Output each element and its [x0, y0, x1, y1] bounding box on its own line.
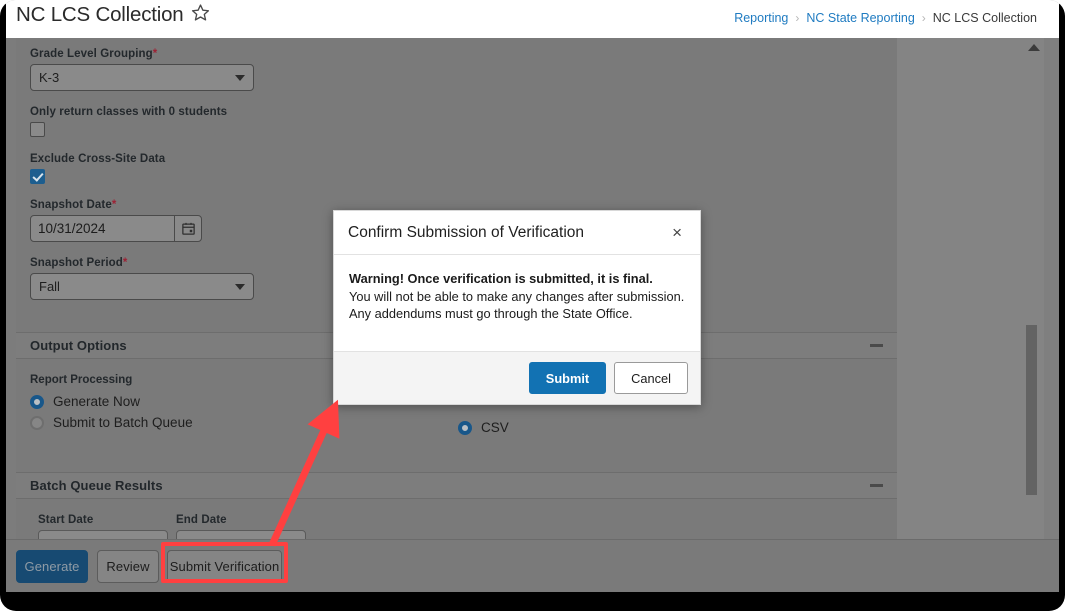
snapshot-date-label: Snapshot Date* — [30, 199, 117, 211]
dialog-title: Confirm Submission of Verification — [348, 223, 585, 241]
section-header-batch-queue-results[interactable]: Batch Queue Results — [16, 472, 897, 499]
exclude-cross-site-label: Exclude Cross-Site Data — [30, 153, 166, 165]
breadcrumb-separator-icon: › — [921, 11, 926, 25]
field-exclude-cross-site-data: Exclude Cross-Site Data — [30, 153, 165, 189]
grade-level-grouping-value: K-3 — [39, 70, 60, 85]
page-title-area: NC LCS Collection — [16, 3, 210, 27]
only-return-zero-label: Only return classes with 0 students — [30, 106, 228, 118]
radio-csv[interactable]: CSV — [458, 420, 509, 435]
snapshot-period-label: Snapshot Period* — [30, 257, 128, 269]
minus-icon[interactable] — [870, 484, 883, 487]
dialog-body-line: Any addendums must go through the State … — [349, 306, 633, 321]
grade-level-grouping-label: Grade Level Grouping* — [30, 48, 158, 60]
chevron-down-icon — [235, 283, 245, 290]
field-snapshot-date: Snapshot Date* 10/31/2024 — [30, 199, 202, 242]
review-button[interactable]: Review — [97, 550, 159, 583]
field-grade-level-grouping: Grade Level Grouping* K-3 — [30, 48, 254, 91]
chevron-down-icon — [235, 74, 245, 81]
dialog-body: Warning! Once verification is submitted,… — [334, 255, 700, 351]
breadcrumb-item-reporting[interactable]: Reporting — [734, 11, 788, 25]
only-return-zero-checkbox[interactable] — [30, 122, 45, 137]
snapshot-date-input-group: 10/31/2024 — [30, 215, 202, 242]
radio-submit-to-batch-queue[interactable]: Submit to Batch Queue — [30, 415, 193, 430]
radio-generate-now-input[interactable] — [30, 394, 44, 409]
radio-csv-label: CSV — [481, 420, 509, 435]
close-icon[interactable]: × — [668, 222, 686, 243]
generate-button[interactable]: Generate — [16, 550, 88, 583]
batch-queue-results-title: Batch Queue Results — [30, 478, 163, 493]
vertical-scrollbar-thumb[interactable] — [1026, 325, 1037, 495]
dialog-header: Confirm Submission of Verification × — [334, 211, 700, 255]
column-end-date: End Date — [176, 514, 306, 539]
start-date-input[interactable] — [38, 530, 168, 539]
submit-verification-button[interactable]: Submit Verification — [167, 550, 282, 583]
radio-submit-to-batch-queue-label: Submit to Batch Queue — [53, 415, 193, 430]
snapshot-period-select[interactable]: Fall — [30, 273, 254, 300]
group-report-processing: Report Processing Generate Now Submit to… — [30, 374, 193, 436]
dialog-warning-text: Warning! Once verification is submitted,… — [349, 271, 653, 286]
radio-csv-input[interactable] — [458, 420, 472, 435]
radio-generate-now-label: Generate Now — [53, 394, 141, 409]
field-only-return-zero-students: Only return classes with 0 students — [30, 106, 227, 142]
minus-icon[interactable] — [870, 344, 883, 347]
column-start-date: Start Date — [38, 514, 168, 539]
required-marker: * — [152, 48, 158, 60]
app-header: NC LCS Collection Reporting › NC State R… — [6, 0, 1059, 38]
calendar-icon[interactable] — [174, 216, 201, 241]
exclude-cross-site-checkbox[interactable] — [30, 169, 45, 184]
page-title: NC LCS Collection — [16, 3, 184, 26]
breadcrumb-separator-icon: › — [795, 11, 800, 25]
vertical-scrollbar-track[interactable] — [1044, 38, 1059, 592]
field-snapshot-period: Snapshot Period* Fall — [30, 257, 254, 300]
star-outline-icon[interactable] — [191, 3, 210, 27]
dialog-cancel-button[interactable]: Cancel — [614, 362, 688, 394]
dialog-footer: Submit Cancel — [334, 351, 700, 404]
required-marker: * — [111, 199, 117, 211]
grade-level-grouping-select[interactable]: K-3 — [30, 64, 254, 91]
required-marker: * — [122, 257, 128, 269]
group-report-format: CSV — [458, 420, 509, 435]
chevron-up-icon[interactable] — [1028, 44, 1040, 51]
breadcrumb-item-current: NC LCS Collection — [932, 11, 1037, 25]
start-date-label: Start Date — [38, 514, 94, 526]
snapshot-period-value: Fall — [39, 279, 60, 294]
dialog-body-line: You will not be able to make any changes… — [349, 289, 685, 304]
confirm-submission-dialog: Confirm Submission of Verification × War… — [333, 210, 701, 405]
snapshot-date-input[interactable]: 10/31/2024 — [31, 216, 174, 241]
app-screen: NC LCS Collection Reporting › NC State R… — [6, 0, 1059, 592]
footer-action-bar: Generate Review Submit Verification — [6, 539, 1059, 592]
radio-generate-now[interactable]: Generate Now — [30, 394, 193, 409]
end-date-input[interactable] — [176, 530, 306, 539]
breadcrumb: Reporting › NC State Reporting › NC LCS … — [734, 11, 1037, 25]
end-date-label: End Date — [176, 514, 227, 526]
breadcrumb-item-nc-state-reporting[interactable]: NC State Reporting — [806, 11, 914, 25]
right-rail — [897, 38, 1059, 592]
report-processing-label: Report Processing — [30, 374, 133, 386]
browser-frame: NC LCS Collection Reporting › NC State R… — [0, 0, 1065, 611]
dialog-submit-button[interactable]: Submit — [528, 362, 607, 394]
output-options-title: Output Options — [30, 338, 127, 353]
radio-submit-to-batch-queue-input[interactable] — [30, 415, 44, 430]
